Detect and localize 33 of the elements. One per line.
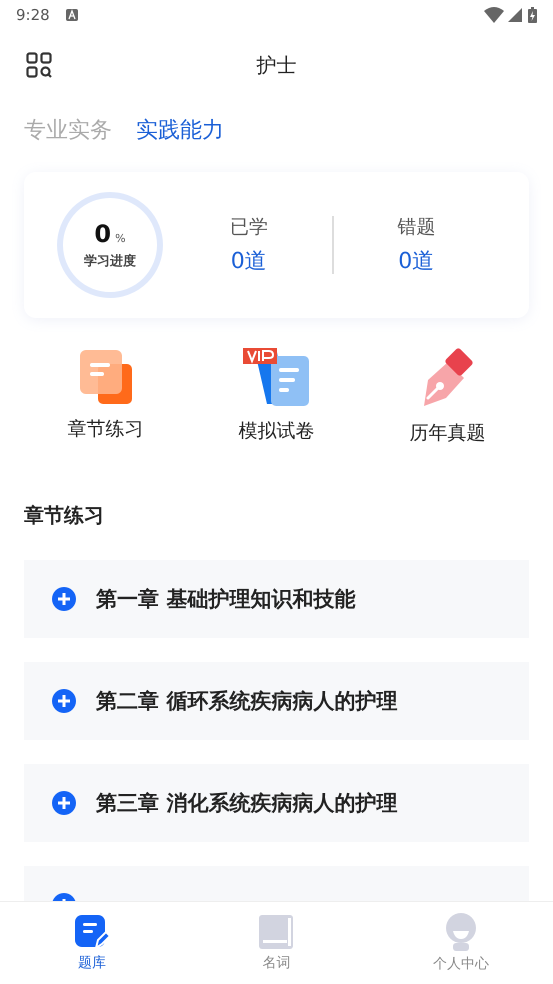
progress-value: 0 [94,220,112,248]
stat-value: 0道 [230,248,267,276]
chapter-item[interactable]: 第二章 循环系统疾病病人的护理 [24,662,529,740]
subject-tab[interactable]: 实践能力 [136,115,224,145]
note-edit-icon [74,914,110,950]
percent-unit: % [115,232,126,245]
vip-document-icon [242,348,310,406]
section-title: 章节练习 [23,502,105,529]
stat-label: 错题 [397,215,436,240]
page-title: 护士 [256,52,296,78]
plus-circle-icon [52,689,76,713]
nav-tab[interactable]: 个人中心 [368,902,553,984]
person-icon [444,913,478,951]
shortcut-button[interactable]: 章节练习 [40,348,170,446]
apps-search-icon[interactable] [26,52,52,78]
documents-icon [78,348,134,404]
signal-icon [508,8,522,22]
plus-circle-icon [52,791,76,815]
keyboard-icon [66,9,78,21]
battery-icon [528,7,537,23]
nav-tab[interactable]: 题库 [0,902,184,984]
stat-label: 已学 [230,215,268,240]
shortcut-button[interactable]: 历年真题 [382,348,512,446]
stat-value: 0道 [398,248,434,276]
chapter-item[interactable]: 第三章 消化系统疾病病人的护理 [24,764,529,842]
nav-tab[interactable]: 名词 [184,902,369,984]
book-icon [258,914,294,950]
chapter-item[interactable]: 第一章 基础护理知识和技能 [24,560,529,638]
progress-label: 学习进度 [84,252,136,270]
wifi-icon [484,7,504,23]
status-time: 9:28 [16,6,50,24]
shortcut-button[interactable]: 模拟试卷 [212,348,342,446]
plus-circle-icon [52,587,76,611]
